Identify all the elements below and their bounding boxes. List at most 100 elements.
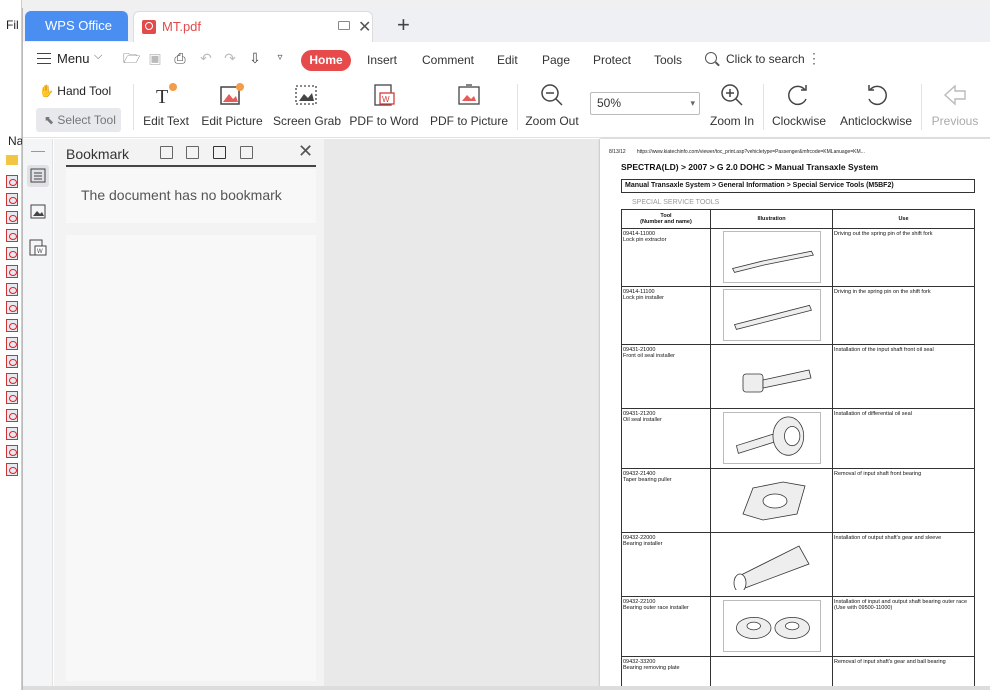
tab-insert[interactable]: Insert <box>367 53 397 67</box>
tab-protect[interactable]: Protect <box>593 53 631 67</box>
more-options-icon[interactable]: ⋮ <box>807 50 821 67</box>
pdf-file-icon <box>6 409 18 422</box>
save-icon[interactable]: ▣ <box>147 50 163 66</box>
tool-cell: 09432-22000 Bearing installer <box>621 532 711 597</box>
screen-grab-button[interactable]: Screen Grab <box>273 76 342 136</box>
table-row: 09432-22100 Bearing outer race installer … <box>621 596 975 657</box>
oil-seal-installer-illustration <box>742 369 811 392</box>
rotate-anticlockwise-button[interactable]: Anticlockwise <box>837 76 915 136</box>
menu-button[interactable]: Menu <box>57 51 90 66</box>
add-child-bookmark-icon[interactable] <box>186 146 199 159</box>
tab-tools[interactable]: Tools <box>654 53 682 67</box>
document-subtitle: SPECIAL SERVICE TOOLS <box>632 199 720 206</box>
redo-icon[interactable]: ↷ <box>222 50 238 66</box>
rotate-clockwise-button[interactable]: Clockwise <box>769 76 829 136</box>
pdf-to-picture-icon <box>458 84 480 105</box>
edit-picture-label: Edit Picture <box>201 114 263 128</box>
thumbnail-panel-button[interactable] <box>27 201 49 223</box>
pdf-to-picture-button[interactable]: PDF to Picture <box>429 76 509 136</box>
cursor-icon: ⬉ <box>44 113 55 127</box>
svg-text:W: W <box>382 95 390 104</box>
edit-text-button[interactable]: T Edit Text <box>141 76 191 136</box>
table-row: 09432-21400 Taper bearing puller Removal … <box>621 468 975 533</box>
divider <box>763 84 764 130</box>
table-row: 09432-22000 Bearing installer Installatio… <box>621 532 975 597</box>
customize-dropdown-icon[interactable]: ▿ <box>272 50 288 66</box>
outer-race-installer-illustration <box>722 599 821 652</box>
page-header-date: 8/13/12 <box>609 149 626 155</box>
close-icon[interactable]: ✕ <box>358 17 371 37</box>
hand-tool-button[interactable]: ✋ Hand Tool <box>39 84 111 98</box>
zoom-in-button[interactable]: Zoom In <box>707 76 757 136</box>
tool-name: Bearing installer <box>623 541 663 547</box>
tool-cell: 09432-22100 Bearing outer race installer <box>621 596 711 657</box>
tab-edit[interactable]: Edit <box>497 53 518 67</box>
search-box[interactable]: Click to search <box>726 52 805 66</box>
table-row: 09431-21200 Oil seal installer Installati… <box>621 408 975 469</box>
print-icon[interactable]: ⎙ <box>172 50 188 66</box>
left-nav-rail: W <box>23 139 53 690</box>
select-tool-label: Select Tool <box>57 113 116 127</box>
chevron-down-icon[interactable]: ⌵ <box>94 50 102 63</box>
search-icon[interactable] <box>705 52 717 64</box>
pdf-file-icon <box>6 193 18 206</box>
tools-table: Tool (Number and name) Illustration Use … <box>621 209 975 687</box>
zoom-level-select[interactable]: 50% ▾ <box>590 92 700 115</box>
column-header: Illustration <box>710 209 833 229</box>
document-breadcrumb: SPECTRA(LD) > 2007 > G 2.0 DOHC > Manual… <box>621 162 879 172</box>
illustration-cell <box>710 532 833 597</box>
pdf-file-icon <box>6 319 18 332</box>
bookmark-detail-area <box>66 235 316 681</box>
tool-name: Front oil seal installer <box>623 353 675 359</box>
tab-page[interactable]: Page <box>542 53 570 67</box>
pdf-to-word-icon: W <box>374 84 395 106</box>
add-bookmark-icon[interactable] <box>160 146 173 159</box>
svg-text:T: T <box>156 86 168 108</box>
illustration-cell <box>710 286 833 345</box>
tool-name: Bearing removing plate <box>623 665 680 671</box>
pdf-file-icon <box>6 211 18 224</box>
tab-document[interactable]: MT.pdf ✕ <box>133 11 373 42</box>
zoom-out-button[interactable]: Zoom Out <box>523 76 581 136</box>
illustration-cell <box>710 656 833 687</box>
use-cell: Driving in the spring pin on the shift f… <box>832 286 975 345</box>
previous-page-button[interactable]: Previous <box>927 76 983 136</box>
clockwise-label: Clockwise <box>771 114 826 128</box>
edit-picture-icon <box>220 83 244 105</box>
monitor-icon[interactable] <box>338 21 350 30</box>
illustration-cell <box>710 596 833 657</box>
document-viewer[interactable]: 8/13/12 https://www.kiatechinfo.com/view… <box>324 139 990 690</box>
table-row: 09432-33200 Bearing removing plate Remova… <box>621 656 975 687</box>
hamburger-icon[interactable] <box>37 53 51 64</box>
pdf-file-icon <box>6 445 18 458</box>
tab-wps-office[interactable]: WPS Office <box>25 11 128 41</box>
pdf-to-word-button[interactable]: W PDF to Word <box>349 76 419 136</box>
menu-bar: Menu ⌵ 🗁 ▣ ⎙ ↶ ↷ ⇩ ▿ Home Insert Comment… <box>23 42 990 76</box>
column-header: Use <box>832 209 975 229</box>
open-folder-icon[interactable]: 🗁 <box>123 50 140 66</box>
tab-comment[interactable]: Comment <box>422 53 474 67</box>
anticlockwise-label: Anticlockwise <box>839 114 913 128</box>
background-file-label: Fil <box>6 18 19 32</box>
zoom-in-label: Zoom In <box>709 114 754 128</box>
close-icon[interactable]: ✕ <box>298 141 313 162</box>
screen-grab-label: Screen Grab <box>273 114 342 128</box>
status-bar <box>23 686 990 690</box>
delete-bookmark-icon[interactable] <box>240 146 253 159</box>
undo-icon[interactable]: ↶ <box>198 50 214 66</box>
bookmark-panel-button[interactable] <box>27 165 49 187</box>
pdf-file-icon <box>6 391 18 404</box>
edit-picture-button[interactable]: Edit Picture <box>201 76 263 136</box>
tool-cell: 09431-21000 Front oil seal installer <box>621 344 711 409</box>
edit-text-icon: T <box>156 83 177 108</box>
export-icon[interactable]: ⇩ <box>247 50 263 66</box>
pdf-page: 8/13/12 https://www.kiatechinfo.com/view… <box>600 139 990 690</box>
new-tab-button[interactable]: + <box>397 12 410 38</box>
select-tool-button[interactable]: ⬉ Select Tool <box>36 108 121 132</box>
use-cell: Installation of output shaft's gear and … <box>832 532 975 597</box>
zoom-in-icon <box>721 84 743 106</box>
convert-panel-button[interactable]: W <box>27 237 49 259</box>
screen-grab-icon <box>295 85 317 105</box>
tab-home[interactable]: Home <box>301 50 351 71</box>
expand-bookmark-icon[interactable] <box>213 146 226 159</box>
